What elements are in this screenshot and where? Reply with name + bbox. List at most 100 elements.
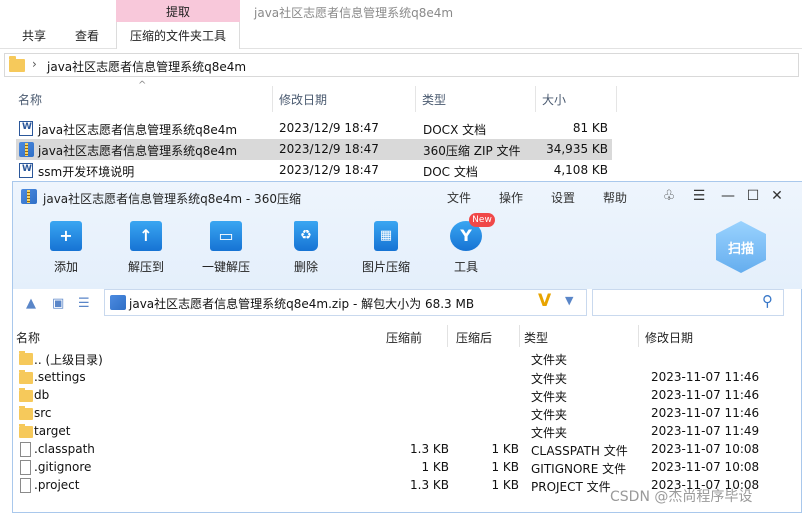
row-size-after: 1 KB: [491, 442, 519, 456]
context-tab-label[interactable]: 提取: [116, 3, 240, 20]
explorer-window-title: java社区志愿者信息管理系统q8e4m: [254, 6, 454, 20]
row-name: .. (上级目录): [34, 353, 103, 367]
folder-row[interactable]: src 文件夹 2023-11-07 11:46: [16, 405, 786, 423]
column-date[interactable]: 修改日期: [279, 91, 327, 108]
folder-icon: [19, 370, 33, 384]
column-type[interactable]: 类型: [524, 329, 548, 346]
row-type: 文件夹: [531, 426, 568, 440]
file-date: 2023/12/9 18:47: [279, 121, 379, 135]
scan-label[interactable]: 扫描: [716, 238, 766, 257]
file-type: DOCX 文档: [423, 123, 487, 137]
file-name: java社区志愿者信息管理系统q8e4m: [38, 144, 238, 158]
column-name[interactable]: 名称: [16, 329, 40, 346]
image-compress-label: 图片压缩: [361, 260, 410, 274]
zip-icon: [110, 295, 126, 310]
add-icon: +: [50, 221, 82, 251]
row-date: 2023-11-07 10:08: [651, 460, 760, 474]
zip-app-icon: [21, 189, 37, 204]
column-divider[interactable]: [415, 86, 416, 112]
file-size: 34,935 KB: [546, 142, 608, 156]
one-click-extract-button[interactable]: ▭ 一键解压: [191, 215, 261, 277]
tab-share[interactable]: 共享: [22, 27, 46, 44]
row-type: 文件夹: [531, 408, 568, 422]
folder-row[interactable]: .. (上级目录) 文件夹: [16, 350, 786, 368]
extract-to-button[interactable]: ↑ 解压到: [111, 215, 181, 277]
add-button[interactable]: + 添加: [31, 215, 101, 277]
file-name: java社区志愿者信息管理系统q8e4m: [38, 123, 238, 137]
column-after[interactable]: 压缩后: [456, 329, 492, 346]
file-icon: [20, 478, 31, 493]
sort-up-icon: ^: [138, 80, 147, 91]
file-row[interactable]: .classpath 1.3 KB 1 KB CLASSPATH 文件 2023-11-…: [16, 441, 786, 459]
column-before[interactable]: 压缩前: [386, 329, 422, 346]
image-compress-icon: ▦: [374, 221, 398, 251]
search-input[interactable]: [592, 289, 784, 316]
up-arrow-icon[interactable]: ▲: [26, 296, 36, 311]
file-row-selected[interactable]: java社区志愿者信息管理系统q8e4m 2023/12/9 18:47 360…: [16, 139, 612, 160]
column-date[interactable]: 修改日期: [645, 329, 693, 346]
tools-label: 工具: [453, 260, 478, 274]
row-type: CLASSPATH 文件: [531, 444, 628, 458]
menu-icon[interactable]: ☰: [689, 186, 709, 206]
folder-row[interactable]: db 文件夹 2023-11-07 11:46: [16, 387, 786, 405]
address-path[interactable]: java社区志愿者信息管理系统q8e4m: [47, 58, 246, 75]
column-divider[interactable]: [519, 325, 520, 347]
file-icon: [20, 442, 31, 457]
folder-icon: [9, 56, 25, 72]
one-click-extract-label: 一键解压: [201, 260, 250, 274]
row-type: 文件夹: [531, 353, 568, 367]
column-divider[interactable]: [638, 325, 639, 347]
file-row[interactable]: .gitignore 1 KB 1 KB GITIGNORE 文件 2023-11-07…: [16, 459, 786, 477]
new-badge: New: [469, 213, 495, 227]
row-date: 2023-11-07 11:46: [651, 370, 760, 384]
column-size[interactable]: 大小: [542, 91, 566, 108]
menu-help[interactable]: 帮助: [603, 189, 627, 206]
chevron-right-icon[interactable]: ›: [32, 57, 37, 71]
close-icon[interactable]: ✕: [767, 186, 787, 206]
row-type: 文件夹: [531, 390, 568, 404]
file-row[interactable]: java社区志愿者信息管理系统q8e4m 2023/12/9 18:47 DOC…: [16, 118, 612, 139]
menu-file[interactable]: 文件: [447, 189, 471, 206]
thumbnail-view-icon[interactable]: ▣: [52, 296, 64, 311]
row-name: .settings: [34, 370, 86, 384]
row-date: 2023-11-07 11:46: [651, 406, 760, 420]
column-type[interactable]: 类型: [422, 91, 446, 108]
row-date: 2023-11-07 11:46: [651, 388, 760, 402]
tab-view[interactable]: 查看: [75, 27, 99, 44]
extract-to-icon: ↑: [130, 221, 162, 251]
word-doc-icon: [19, 163, 33, 178]
menu-settings[interactable]: 设置: [551, 189, 575, 206]
row-size-before: 1 KB: [421, 460, 449, 474]
chevron-down-icon[interactable]: ▼: [565, 294, 573, 307]
row-name: target: [34, 424, 71, 438]
file-date: 2023/12/9 18:47: [279, 163, 379, 177]
column-divider[interactable]: [447, 325, 448, 347]
skin-icon[interactable]: ♧: [659, 186, 679, 206]
minimize-icon[interactable]: —: [718, 186, 738, 206]
row-date: 2023-11-07 11:49: [651, 424, 760, 438]
image-compress-button[interactable]: ▦ 图片压缩: [351, 215, 421, 277]
menu-operate[interactable]: 操作: [499, 189, 523, 206]
folder-row[interactable]: .settings 文件夹 2023-11-07 11:46: [16, 369, 786, 387]
list-view-icon[interactable]: ☰: [78, 296, 90, 311]
maximize-icon[interactable]: ☐: [743, 186, 763, 206]
delete-button[interactable]: ♻ 删除: [271, 215, 341, 277]
one-click-extract-icon: ▭: [210, 221, 242, 251]
tab-compressed-folder-tools[interactable]: 压缩的文件夹工具: [130, 27, 226, 44]
search-icon[interactable]: ⚲: [762, 292, 773, 310]
zip-window-title: java社区志愿者信息管理系统q8e4m - 360压缩: [43, 192, 301, 206]
extract-to-label: 解压到: [127, 260, 164, 274]
file-row[interactable]: ssm开发环境说明 2023/12/9 18:47 DOC 文档 4,108 K…: [16, 160, 612, 181]
folder-row[interactable]: target 文件夹 2023-11-07 11:49: [16, 423, 786, 441]
row-date: 2023-11-07 10:08: [651, 442, 760, 456]
row-size-after: 1 KB: [491, 478, 519, 492]
column-name[interactable]: 名称: [18, 91, 42, 108]
column-divider[interactable]: [272, 86, 273, 112]
column-divider[interactable]: [616, 86, 617, 112]
row-name: .classpath: [34, 442, 95, 456]
delete-label: 删除: [293, 260, 318, 274]
csdn-watermark: CSDN @杰尚程序毕设: [610, 489, 753, 505]
v-logo-icon[interactable]: V: [538, 291, 551, 311]
column-divider[interactable]: [535, 86, 536, 112]
archive-path[interactable]: java社区志愿者信息管理系统q8e4m.zip - 解包大小为 68.3 MB: [129, 295, 474, 312]
